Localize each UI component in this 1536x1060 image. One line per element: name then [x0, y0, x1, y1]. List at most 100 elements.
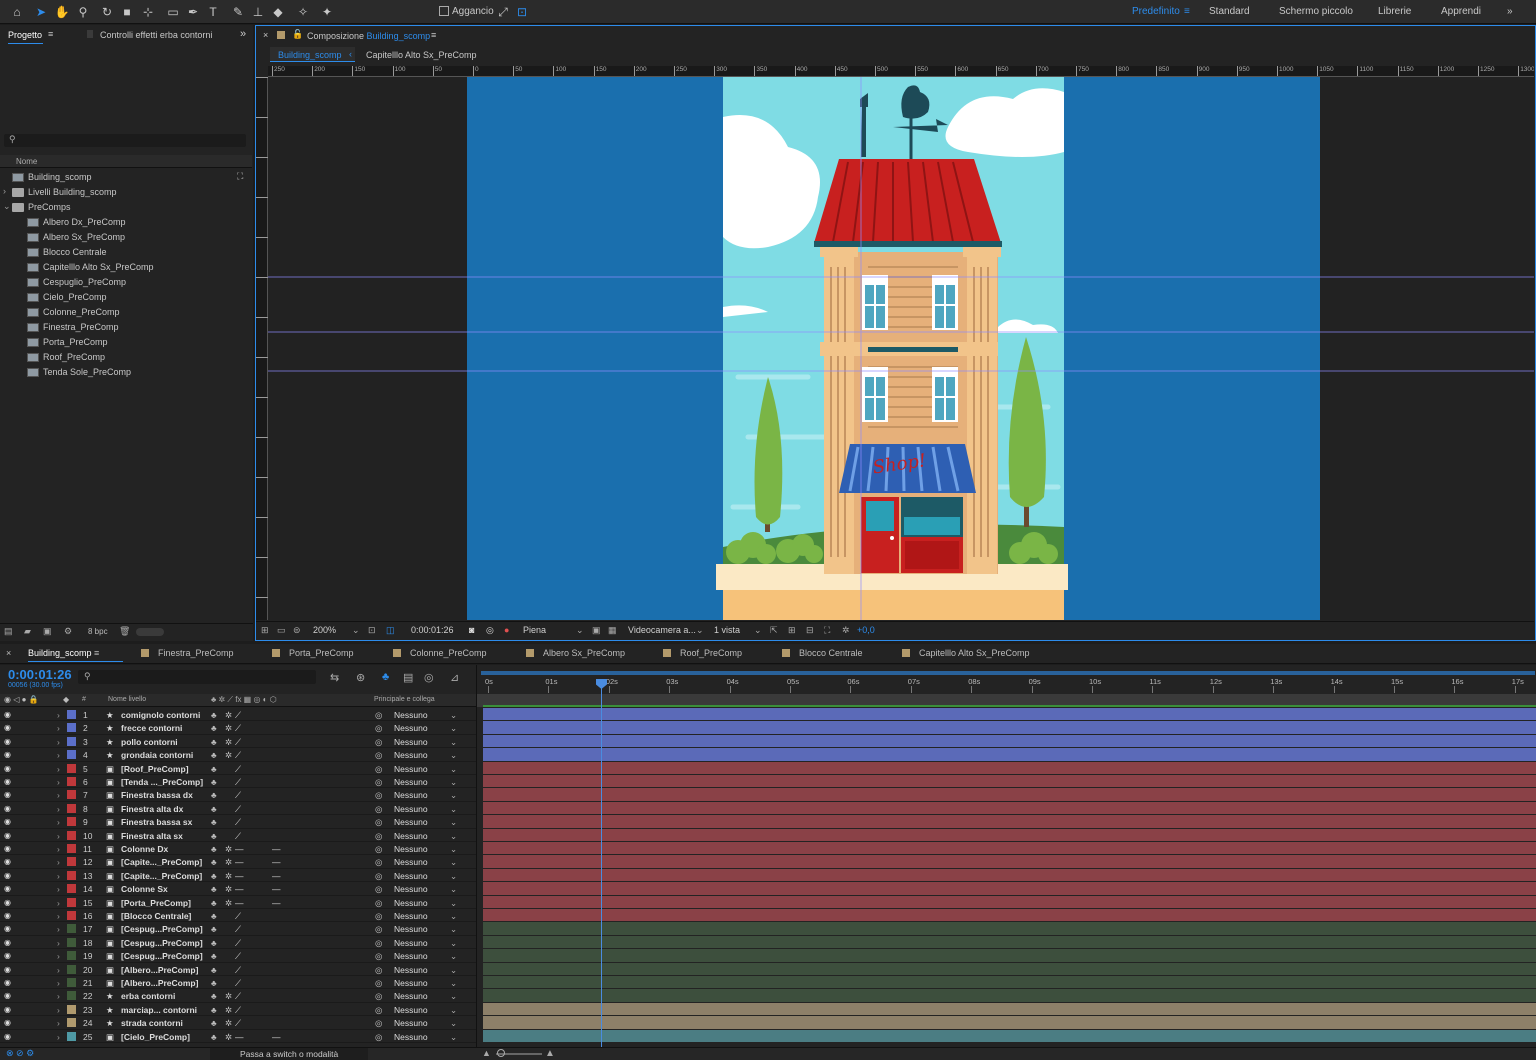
draft-3d-icon[interactable]: ⊛ — [356, 671, 365, 684]
collapse-switch-icon[interactable]: ✲ — [225, 844, 232, 855]
parent-select[interactable]: Nessuno — [394, 844, 428, 854]
layer-duration-bar[interactable] — [483, 721, 1536, 734]
shy-switch-icon[interactable]: ♣ — [211, 710, 217, 720]
parent-select[interactable]: Nessuno — [394, 723, 428, 733]
project-item[interactable]: › Livelli Building_scomp — [0, 185, 252, 200]
layer-name[interactable]: [Cespug...PreComp] — [121, 951, 203, 961]
parent-dropdown-icon[interactable]: ⌄ — [450, 764, 457, 775]
motion-blur-switch-icon[interactable]: — — [272, 884, 281, 894]
zoom-out-icon[interactable]: ▲ — [482, 1048, 491, 1058]
workspace-predefinito[interactable]: Predefinito — [1132, 6, 1180, 17]
timeline-tab[interactable]: Finestra_PreComp — [141, 648, 234, 658]
visibility-eye-icon[interactable]: ◉ — [4, 884, 11, 893]
quality-switch-icon[interactable]: ⟋ — [235, 951, 241, 962]
layer-expand-chevron-icon[interactable]: › — [57, 938, 60, 948]
chevron-down-icon[interactable]: ⌄ — [3, 201, 11, 212]
timeline-tab[interactable]: Blocco Centrale — [782, 648, 863, 658]
layer-duration-bar[interactable] — [483, 922, 1536, 935]
shy-switch-icon[interactable]: ♣ — [211, 764, 217, 774]
timeline-tab-menu-icon[interactable]: ≡ — [92, 648, 99, 658]
pickwhip-icon[interactable]: ◎ — [375, 884, 382, 895]
quality-switch-icon[interactable]: ⟋ — [235, 831, 241, 842]
project-settings-icon[interactable]: ⚙ — [64, 626, 72, 637]
quality-switch-icon[interactable]: ⟋ — [235, 737, 241, 748]
zoom-tool-icon[interactable]: ⚲ — [74, 3, 92, 21]
lock-icon[interactable]: 🔓 — [292, 29, 303, 40]
parent-dropdown-icon[interactable]: ⌄ — [450, 857, 457, 868]
visibility-eye-icon[interactable]: ◉ — [4, 790, 11, 799]
shy-switch-icon[interactable]: ♣ — [211, 723, 217, 733]
parent-dropdown-icon[interactable]: ⌄ — [450, 790, 457, 801]
parent-dropdown-icon[interactable]: ⌄ — [450, 884, 457, 895]
visibility-eye-icon[interactable]: ◉ — [4, 951, 11, 960]
interpret-footage-icon[interactable]: ▤ — [4, 626, 13, 637]
layer-duration-bar[interactable] — [483, 868, 1536, 882]
tab-effect-controls[interactable]: Controlli effetti erba contorni — [100, 30, 212, 40]
layer-expand-chevron-icon[interactable]: › — [57, 911, 60, 921]
layer-duration-bar[interactable] — [483, 815, 1536, 828]
quality-switch-icon[interactable]: ⟋ — [235, 938, 241, 949]
layer-label-color[interactable] — [67, 884, 76, 894]
timeline-tab[interactable]: Capitelllo Alto Sx_PreComp — [902, 648, 1030, 658]
current-timecode[interactable]: 0:00:01:26 — [411, 625, 454, 635]
layer-row[interactable]: ◉ › 11 ▣ Colonne Dx ♣ ✲ — — ◎ Nessuno ⌄ — [0, 842, 476, 856]
layer-name[interactable]: pollo contorni — [121, 737, 178, 747]
camera-dropdown-icon[interactable]: ⌄ — [696, 625, 704, 636]
close-tab-icon[interactable]: × — [6, 648, 11, 658]
parent-select[interactable]: Nessuno — [394, 1005, 428, 1015]
layer-row[interactable]: ◉ › 10 ▣ Finestra alta sx ♣ ⟋ ◎ Nessuno ⌄ — [0, 829, 476, 842]
quality-switch-icon[interactable]: ⟋ — [235, 764, 241, 775]
fast-previews-icon[interactable]: ⊞ — [788, 625, 796, 636]
color-channel-icon[interactable]: ● — [504, 625, 509, 635]
layer-duration-bar[interactable] — [483, 1002, 1536, 1016]
visibility-eye-icon[interactable]: ◉ — [4, 831, 11, 840]
parent-select[interactable]: Nessuno — [394, 710, 428, 720]
layer-expand-chevron-icon[interactable]: › — [57, 790, 60, 800]
parent-dropdown-icon[interactable]: ⌄ — [450, 871, 457, 882]
parent-select[interactable]: Nessuno — [394, 777, 428, 787]
layer-row[interactable]: ◉ › 22 ★ erba contorni ♣ ✲ ⟋ ◎ Nessuno ⌄ — [0, 989, 476, 1003]
brush-tool-icon[interactable]: ✎ — [229, 3, 247, 21]
layer-label-color[interactable] — [67, 723, 76, 733]
parent-dropdown-icon[interactable]: ⌄ — [450, 750, 457, 761]
column-layer-name[interactable]: Nome livello — [108, 696, 146, 703]
shy-switch-icon[interactable]: ♣ — [211, 831, 217, 841]
collapse-switch-icon[interactable]: ✲ — [225, 737, 232, 748]
shy-switch-icon[interactable]: ♣ — [211, 884, 217, 894]
layer-row[interactable]: ◉ › 5 ▣ [Roof_PreComp] ♣ ⟋ ◎ Nessuno ⌄ — [0, 762, 476, 775]
pickwhip-icon[interactable]: ◎ — [375, 857, 382, 868]
project-item[interactable]: Finestra_PreComp — [0, 320, 252, 335]
vertical-ruler[interactable] — [256, 77, 268, 620]
layer-row[interactable]: ◉ › 15 ▣ [Porta_PreComp] ♣ ✲ — — ◎ Nessuno ⌄ — [0, 896, 476, 909]
project-item[interactable]: Building_scomp — [0, 170, 252, 185]
layer-label-color[interactable] — [67, 911, 76, 920]
parent-select[interactable]: Nessuno — [394, 924, 428, 934]
parent-dropdown-icon[interactable]: ⌄ — [450, 723, 457, 734]
layer-label-color[interactable] — [67, 857, 76, 867]
shy-switch-icon[interactable]: ♣ — [211, 844, 217, 854]
layer-name[interactable]: marciap... contorni — [121, 1005, 197, 1015]
fit-icon[interactable]: ⊡ — [368, 625, 376, 636]
pickwhip-icon[interactable]: ◎ — [375, 750, 382, 761]
layer-row[interactable]: ◉ › 2 ★ frecce contorni ♣ ✲ ⟋ ◎ Nessuno ⌄ — [0, 721, 476, 735]
quality-draft-icon[interactable]: — — [235, 857, 244, 867]
layer-expand-chevron-icon[interactable]: › — [57, 750, 60, 760]
visibility-eye-icon[interactable]: ◉ — [4, 723, 11, 732]
pen-tool-icon[interactable]: ✒ — [184, 3, 202, 21]
layer-expand-chevron-icon[interactable]: › — [57, 1032, 60, 1042]
layer-expand-chevron-icon[interactable]: › — [57, 857, 60, 867]
workspace-menu-icon[interactable]: ≡ — [1184, 6, 1190, 17]
project-item[interactable]: ⌄ PreComps — [0, 200, 252, 215]
rotate-tool-icon[interactable]: ↻ — [98, 3, 116, 21]
parent-dropdown-icon[interactable]: ⌄ — [450, 844, 457, 855]
quality-switch-icon[interactable]: ⟋ — [235, 1018, 241, 1029]
parent-dropdown-icon[interactable]: ⌄ — [450, 1032, 457, 1043]
quality-draft-icon[interactable]: — — [235, 844, 244, 854]
visibility-eye-icon[interactable]: ◉ — [4, 978, 11, 987]
layer-label-color[interactable] — [67, 750, 76, 760]
layer-duration-bar[interactable] — [483, 882, 1536, 895]
quality-switch-icon[interactable]: ⟋ — [235, 1005, 241, 1016]
pickwhip-icon[interactable]: ◎ — [375, 991, 382, 1002]
shy-switch-icon[interactable]: ♣ — [211, 911, 217, 921]
collapse-switch-icon[interactable]: ✲ — [225, 871, 232, 882]
